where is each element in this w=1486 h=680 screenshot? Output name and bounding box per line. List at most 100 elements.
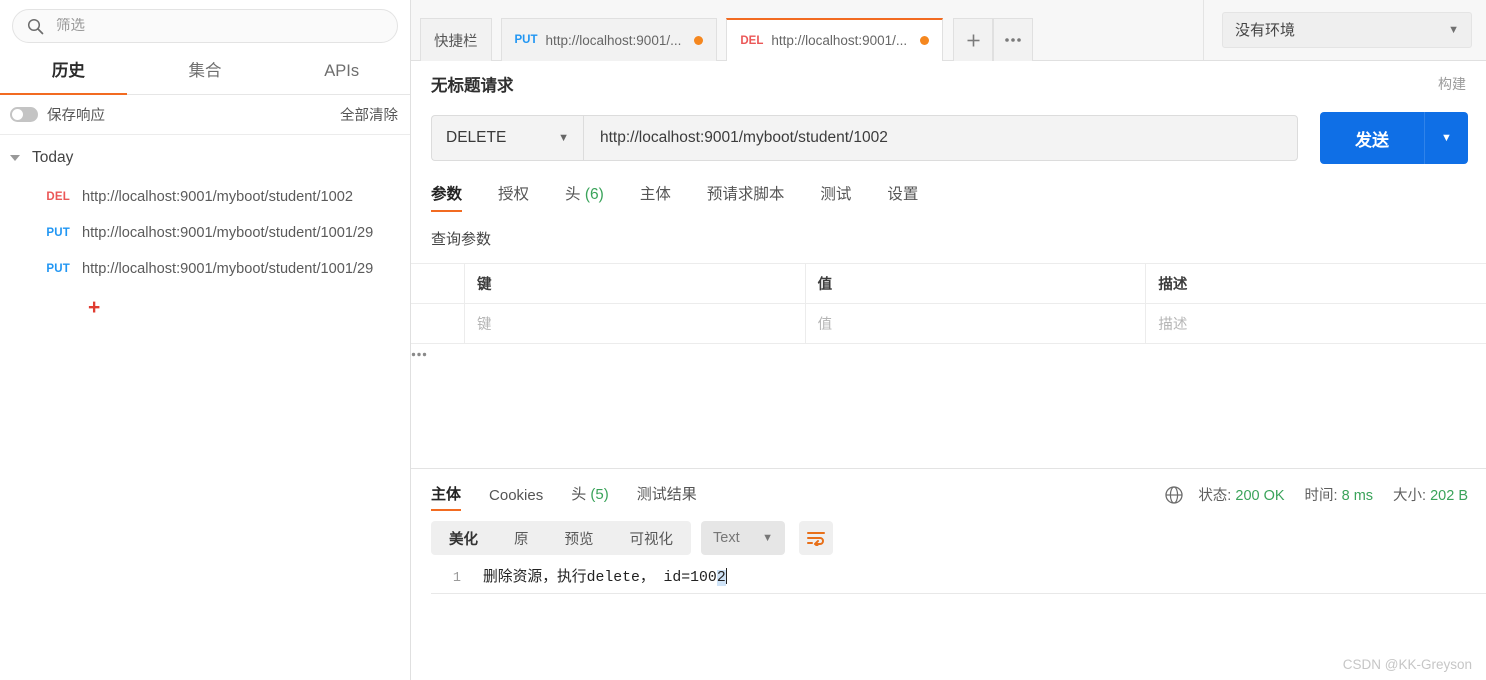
- body-text-plain: 删除资源，执行delete， id=100: [483, 570, 717, 586]
- tab-pre-request-script[interactable]: 预请求脚本: [707, 182, 785, 212]
- param-key-input[interactable]: 键: [465, 304, 805, 343]
- send-button[interactable]: 发送: [1320, 112, 1424, 164]
- save-responses-toggle[interactable]: [10, 107, 38, 122]
- response-tab-cookies[interactable]: Cookies: [489, 487, 543, 511]
- new-tab-button[interactable]: [953, 18, 994, 61]
- tab-headers[interactable]: 头 (6): [565, 182, 604, 212]
- wrap-text-button[interactable]: [799, 521, 833, 555]
- clear-all-button[interactable]: 全部清除: [340, 104, 398, 125]
- status-value: 200 OK: [1235, 488, 1285, 504]
- table-header-row: 键 值 描述: [411, 264, 1486, 304]
- response-meta: 状态: 200 OK 时间: 8 ms 大小: 202 B: [1164, 484, 1468, 511]
- format-preview-button[interactable]: 预览: [547, 521, 612, 555]
- text-cursor: [725, 568, 728, 584]
- tab-label: 头: [565, 186, 581, 203]
- tab-count: (6): [584, 186, 604, 203]
- status-badge: 状态: 200 OK: [1198, 484, 1284, 505]
- history-group-today[interactable]: Today: [0, 141, 410, 175]
- environment-select[interactable]: 没有环境 ▼: [1222, 11, 1472, 48]
- column-header-key: 键: [477, 277, 492, 293]
- history-item-method: PUT: [46, 263, 70, 275]
- unsaved-dot-icon: [694, 35, 704, 45]
- tab-label: Cookies: [489, 487, 544, 504]
- add-request-icon[interactable]: +: [88, 297, 100, 318]
- param-value-input[interactable]: 值: [806, 304, 1146, 343]
- tab-label: 参数: [431, 186, 463, 203]
- tab-params[interactable]: 参数: [431, 182, 463, 212]
- list-item[interactable]: PUT http://localhost:9001/myboot/student…: [0, 251, 410, 287]
- tab-more-button[interactable]: [993, 18, 1034, 61]
- tab-tests[interactable]: 测试: [820, 182, 851, 212]
- tab-method: PUT: [514, 34, 538, 46]
- tab-authorization[interactable]: 授权: [498, 182, 529, 212]
- history-group-label: Today: [32, 149, 74, 166]
- query-params-label: 查询参数: [431, 231, 492, 248]
- response-tab-headers[interactable]: 头 (5): [571, 483, 609, 511]
- method-select[interactable]: DELETE ▼: [431, 115, 583, 161]
- build-link[interactable]: 构建: [1438, 74, 1466, 94]
- url-row: DELETE ▼ http://localhost:9001/myboot/st…: [411, 112, 1486, 164]
- tab-label: 测试结果: [636, 486, 697, 503]
- list-item[interactable]: DEL http://localhost:9001/myboot/student…: [0, 179, 410, 215]
- request-tabstrip: 快捷栏 PUT http://localhost:9001/... DEL ht…: [411, 0, 1486, 61]
- wrap-text-icon: [807, 532, 825, 546]
- response-type-select[interactable]: Text ▼: [701, 521, 785, 555]
- row-checkbox[interactable]: [411, 304, 465, 343]
- history-item-url: http://localhost:9001/myboot/student/100…: [82, 189, 353, 205]
- size-label: 大小:: [1393, 488, 1427, 504]
- tab-label: 主体: [431, 486, 462, 503]
- format-raw-button[interactable]: 原: [496, 521, 547, 555]
- column-header-value: 值: [817, 277, 833, 293]
- tab-label: 设置: [887, 186, 919, 203]
- tab-label: 预请求脚本: [706, 186, 785, 203]
- send-options-button[interactable]: ▼: [1424, 112, 1468, 164]
- tab-count: (5): [590, 486, 609, 503]
- param-description-input[interactable]: 描述: [1146, 304, 1486, 343]
- sidebar-tab-collections[interactable]: 集合: [137, 57, 274, 94]
- tab-url: http://localhost:9001/...: [545, 32, 682, 48]
- response-tab-test-results[interactable]: 测试结果: [637, 483, 697, 511]
- list-item[interactable]: PUT http://localhost:9001/myboot/student…: [0, 215, 410, 251]
- response-body-editor[interactable]: 1 删除资源，执行delete， id=1002: [411, 565, 1486, 594]
- tab-shortcuts[interactable]: 快捷栏: [420, 18, 492, 61]
- table-row[interactable]: 键 值 描述: [411, 304, 1486, 344]
- chevron-down-icon: ▼: [762, 532, 773, 544]
- chevron-down-icon: ▼: [558, 132, 569, 144]
- ellipsis-icon: [1005, 38, 1021, 42]
- sidebar-search[interactable]: [12, 9, 398, 43]
- status-label: 状态:: [1198, 488, 1232, 504]
- response-body-text: 删除资源，执行delete， id=1002: [483, 565, 728, 586]
- tab-label: 主体: [639, 186, 671, 203]
- url-input[interactable]: http://localhost:9001/myboot/student/100…: [583, 115, 1298, 161]
- tab-url: http://localhost:9001/...: [771, 33, 908, 48]
- tab-body[interactable]: 主体: [640, 182, 671, 212]
- tab-put-request[interactable]: PUT http://localhost:9001/...: [500, 18, 718, 61]
- sidebar: 历史 集合 APIs 保存响应 全部清除 Today DEL http://lo…: [0, 0, 411, 680]
- sidebar-tab-history[interactable]: 历史: [0, 57, 137, 95]
- save-responses-label: 保存响应: [47, 108, 105, 124]
- tab-delete-request[interactable]: DEL http://localhost:9001/...: [726, 18, 944, 61]
- environment-area: 没有环境 ▼: [1203, 0, 1486, 60]
- tab-label: 快捷栏: [434, 33, 478, 50]
- response-panel: 主体 Cookies 头 (5) 测试结果 状态: 200 OK 时间: 8 m…: [411, 468, 1486, 680]
- response-tab-body[interactable]: 主体: [431, 483, 462, 511]
- request-title-row: 无标题请求 构建: [411, 61, 1486, 106]
- format-segmented-control: 美化 原 预览 可视化: [431, 521, 691, 555]
- code-line: 1 删除资源，执行delete， id=1002: [431, 565, 1486, 586]
- main-panel: 快捷栏 PUT http://localhost:9001/... DEL ht…: [411, 0, 1486, 680]
- tab-settings[interactable]: 设置: [887, 182, 918, 212]
- tab-method: DEL: [740, 34, 764, 47]
- search-input[interactable]: [56, 18, 383, 34]
- tab-label: 头: [571, 486, 587, 503]
- format-pretty-button[interactable]: 美化: [431, 521, 496, 555]
- table-options-icon[interactable]: [411, 344, 427, 361]
- format-visualize-button[interactable]: 可视化: [612, 521, 692, 555]
- sidebar-tabs: 历史 集合 APIs: [0, 57, 410, 95]
- sidebar-tab-apis[interactable]: APIs: [273, 57, 410, 94]
- history-controls: 保存响应 全部清除: [0, 95, 410, 135]
- size-value: 202 B: [1430, 488, 1468, 504]
- history-item-url: http://localhost:9001/myboot/student/100…: [82, 225, 374, 241]
- method-value: DELETE: [446, 129, 507, 146]
- body-text-selected: 2: [716, 570, 726, 586]
- request-section-tabs: 参数 授权 头 (6) 主体 预请求脚本 测试 设置: [411, 178, 1486, 212]
